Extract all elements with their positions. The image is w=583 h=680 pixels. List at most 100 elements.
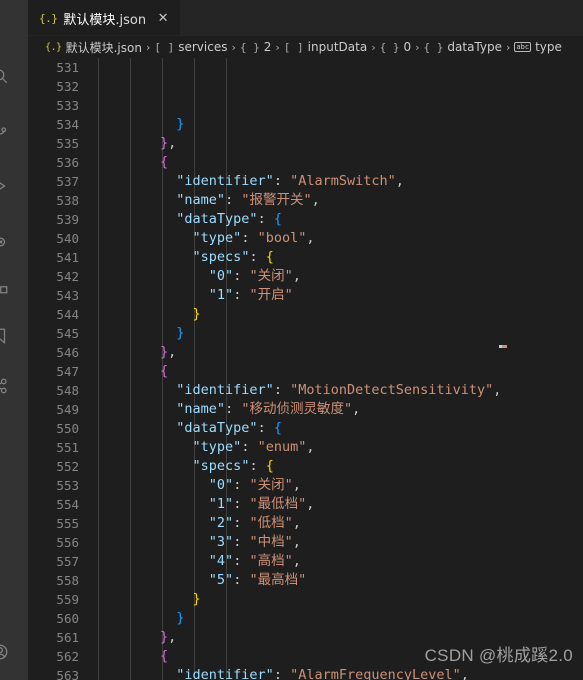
breadcrumb-item-type[interactable]: abc type	[514, 40, 562, 54]
breadcrumb: {.} 默认模块.json › [ ] services › { } 2 › […	[28, 36, 583, 58]
code-line[interactable]: }	[95, 115, 498, 134]
search-icon[interactable]	[0, 62, 14, 90]
line-number: 535	[56, 136, 79, 151]
code-line[interactable]: "specs": {	[95, 248, 498, 267]
code-token: :	[257, 420, 274, 436]
code-token: "0"	[208, 268, 234, 284]
vertical-scrollbar[interactable]	[569, 58, 583, 680]
share-icon[interactable]	[0, 372, 14, 400]
code-token: :	[233, 515, 250, 531]
source-control-icon[interactable]	[0, 118, 14, 146]
code-line[interactable]: "identifier": "AlarmSwitch",	[95, 172, 498, 191]
line-number: 553	[56, 478, 79, 493]
code-token: "name"	[176, 192, 226, 208]
code-line[interactable]: },	[95, 343, 498, 362]
code-line[interactable]: "identifier": "AlarmFrequencyLevel",	[95, 666, 498, 680]
code-token: "specs"	[192, 249, 250, 265]
code-line[interactable]: "2": "低档",	[95, 514, 498, 533]
line-number: 534	[56, 117, 79, 132]
code-token: "type"	[192, 230, 242, 246]
minimap[interactable]	[498, 58, 583, 680]
code-line[interactable]: "3": "中档",	[95, 533, 498, 552]
breadcrumb-item-inputdata[interactable]: [ ] inputData	[284, 40, 367, 54]
code-token: "5"	[208, 572, 234, 588]
breadcrumb-separator: ›	[415, 40, 420, 54]
code-line[interactable]: }	[95, 609, 498, 628]
close-icon[interactable]: ✕	[156, 12, 170, 25]
line-number: 536	[56, 155, 79, 170]
code-line[interactable]: "1": "开启"	[95, 286, 498, 305]
code-token: }	[160, 344, 169, 360]
breadcrumb-label: services	[178, 40, 228, 54]
string-icon: abc	[514, 42, 532, 52]
account-icon[interactable]	[0, 638, 14, 666]
run-debug-icon[interactable]	[0, 172, 14, 200]
tab-default-module-json[interactable]: {.} 默认模块.json ✕	[28, 0, 182, 35]
code-line[interactable]: },	[95, 134, 498, 153]
code-line[interactable]: "dataType": {	[95, 210, 498, 229]
line-number-gutter: 531 532 533 534 535 536 537 538 539 540 541 542 543 5…	[28, 58, 95, 680]
bookmark-icon[interactable]	[0, 322, 14, 350]
tab-label-name: 默认模块	[63, 12, 116, 28]
breadcrumb-item-file[interactable]: {.} 默认模块.json	[45, 39, 142, 56]
code-line[interactable]: {	[95, 647, 498, 666]
code-line[interactable]: "specs": {	[95, 457, 498, 476]
extensions-icon[interactable]	[0, 272, 14, 300]
code-line[interactable]: "1": "最低档",	[95, 495, 498, 514]
line-number: 563	[56, 668, 79, 680]
code-token: ,	[292, 477, 301, 493]
breadcrumb-separator: ›	[275, 40, 280, 54]
breadcrumb-label: type	[535, 40, 562, 54]
line-number: 549	[56, 402, 79, 417]
code-token: {	[273, 420, 282, 436]
tab-bar: {.} 默认模块.json ✕	[28, 0, 583, 36]
breadcrumb-item-datatype[interactable]: { } dataType	[424, 40, 502, 54]
code-editor[interactable]: 531 532 533 534 535 536 537 538 539 540 541 542 543 5…	[28, 58, 583, 680]
code-token: "中档"	[249, 534, 293, 550]
code-line[interactable]: },	[95, 628, 498, 647]
code-line[interactable]: "name": "报警开关",	[95, 191, 498, 210]
remote-explorer-icon[interactable]	[0, 225, 14, 253]
code-line[interactable]: }	[95, 324, 498, 343]
code-content[interactable]: } }, { "identifier": "AlarmSwitch", "nam…	[95, 58, 498, 680]
code-token: }	[176, 610, 185, 626]
code-token: "移动侦测灵敏度"	[241, 401, 353, 417]
code-line[interactable]: "type": "enum",	[95, 438, 498, 457]
code-token: "identifier"	[176, 667, 274, 680]
line-number: 558	[56, 573, 79, 588]
breadcrumb-item-index-0[interactable]: { } 0	[380, 40, 412, 54]
code-line[interactable]: "type": "bool",	[95, 229, 498, 248]
line-number: 559	[56, 592, 79, 607]
breadcrumb-item-index-2[interactable]: { } 2	[240, 40, 272, 54]
code-line[interactable]: }	[95, 305, 498, 324]
code-line[interactable]: "dataType": {	[95, 419, 498, 438]
code-token: }	[192, 591, 201, 607]
code-line[interactable]: "0": "关闭",	[95, 267, 498, 286]
line-number: 539	[56, 212, 79, 227]
code-token: "开启"	[249, 287, 293, 303]
code-token: ,	[306, 439, 315, 455]
code-token: ,	[292, 268, 301, 284]
code-token: "1"	[208, 496, 234, 512]
line-number: 532	[56, 79, 79, 94]
code-line[interactable]: }	[95, 590, 498, 609]
code-line[interactable]: "4": "高档",	[95, 552, 498, 571]
code-line[interactable]: "identifier": "MotionDetectSensitivity",	[95, 381, 498, 400]
code-line[interactable]: {	[95, 153, 498, 172]
code-line[interactable]: "5": "最高档"	[95, 571, 498, 590]
code-line[interactable]: "name": "移动侦测灵敏度",	[95, 400, 498, 419]
code-token: "dataType"	[176, 211, 258, 227]
object-icon: { }	[239, 40, 260, 54]
breadcrumb-item-services[interactable]: [ ] services	[154, 40, 227, 54]
code-line[interactable]: {	[95, 362, 498, 381]
code-token: "0"	[208, 477, 234, 493]
code-line[interactable]: "0": "关闭",	[95, 476, 498, 495]
